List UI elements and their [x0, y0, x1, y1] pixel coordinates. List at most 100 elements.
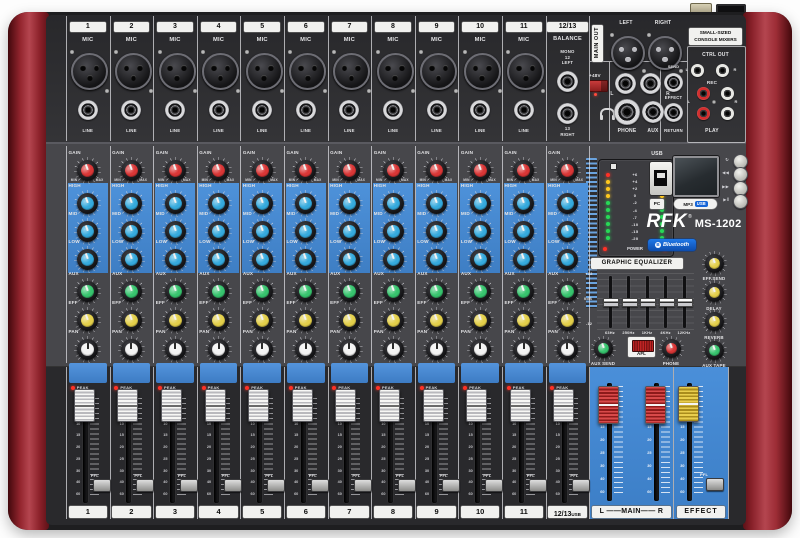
low-knob[interactable]	[118, 246, 145, 273]
main-l-fader[interactable]	[598, 386, 619, 424]
high-knob[interactable]	[205, 190, 232, 217]
pfl-button[interactable]	[136, 479, 154, 492]
mix-knob[interactable]	[659, 336, 684, 361]
pan-knob[interactable]	[554, 336, 581, 363]
pan-knob[interactable]	[205, 336, 232, 363]
aux-knob[interactable]	[249, 278, 276, 305]
fader-scale-value: 25	[647, 451, 651, 455]
aux-knob[interactable]	[423, 278, 450, 305]
pfl-button[interactable]	[354, 479, 372, 492]
pan-knob[interactable]	[249, 336, 276, 363]
pfl-button[interactable]	[224, 479, 242, 492]
low-knob[interactable]	[423, 246, 450, 273]
pan-knob[interactable]	[380, 336, 407, 363]
low-knob[interactable]	[554, 246, 581, 273]
aux-knob[interactable]	[162, 278, 189, 305]
pfl-button[interactable]	[311, 479, 329, 492]
strip-separator	[415, 367, 416, 519]
low-knob[interactable]	[162, 246, 189, 273]
low-knob[interactable]	[249, 246, 276, 273]
high-knob[interactable]	[510, 190, 537, 217]
aux-knob[interactable]	[510, 278, 537, 305]
effect-fader[interactable]	[678, 386, 699, 422]
geq-slider-cap[interactable]	[622, 298, 638, 307]
channel-fader[interactable]	[510, 389, 531, 422]
pan-knob[interactable]	[467, 336, 494, 363]
channel-fader[interactable]	[379, 389, 400, 422]
channel-fader[interactable]	[205, 389, 226, 422]
channel-fader[interactable]	[248, 389, 269, 422]
high-knob[interactable]	[249, 190, 276, 217]
channel-fader[interactable]	[423, 389, 444, 422]
low-knob[interactable]	[380, 246, 407, 273]
low-knob[interactable]	[467, 246, 494, 273]
channel-fader[interactable]	[553, 389, 574, 422]
fx-knob[interactable]	[702, 338, 727, 363]
high-knob[interactable]	[554, 190, 581, 217]
strip-number-label: 8	[374, 506, 413, 518]
pan-knob[interactable]	[292, 336, 319, 363]
channel-fader[interactable]	[292, 389, 313, 422]
high-knob[interactable]	[292, 190, 319, 217]
channel-fader[interactable]	[161, 389, 182, 422]
knob-label: HIGH	[287, 184, 299, 189]
phantom-switch[interactable]	[589, 80, 608, 92]
fx-knob[interactable]	[702, 251, 727, 276]
high-knob[interactable]	[336, 190, 363, 217]
afl-switch[interactable]: AFL	[628, 337, 655, 357]
aux-knob[interactable]	[205, 278, 232, 305]
strip-accent-bar	[69, 363, 107, 383]
fx-knob[interactable]	[702, 309, 727, 334]
low-knob[interactable]	[336, 246, 363, 273]
channel-fader[interactable]	[466, 389, 487, 422]
fader-scale-value: 15	[163, 433, 167, 437]
pfl-button[interactable]	[442, 479, 460, 492]
aux-knob[interactable]	[554, 278, 581, 305]
fader-scale-value: 40	[294, 480, 298, 484]
geq-slider-cap[interactable]	[640, 298, 656, 307]
pan-knob[interactable]	[336, 336, 363, 363]
pfl-button[interactable]	[572, 479, 590, 492]
pan-knob[interactable]	[74, 336, 101, 363]
channel-fader[interactable]	[335, 389, 356, 422]
pan-knob[interactable]	[510, 336, 537, 363]
aux-knob[interactable]	[118, 278, 145, 305]
pfl-button[interactable]	[398, 479, 416, 492]
aux-knob[interactable]	[380, 278, 407, 305]
pan-knob[interactable]	[162, 336, 189, 363]
low-knob[interactable]	[292, 246, 319, 273]
mix-knob[interactable]	[591, 336, 616, 361]
strip-accent-bar	[418, 363, 456, 383]
pfl-button[interactable]	[485, 479, 503, 492]
channel-fader[interactable]	[74, 389, 95, 422]
transport-button[interactable]	[733, 194, 748, 209]
aux-knob[interactable]	[467, 278, 494, 305]
pfl-button[interactable]	[529, 479, 547, 492]
aux-knob[interactable]	[336, 278, 363, 305]
geq-slider-cap[interactable]	[677, 298, 693, 307]
pfl-button[interactable]	[267, 479, 285, 492]
aux-knob[interactable]	[292, 278, 319, 305]
aux-knob[interactable]	[74, 278, 101, 305]
high-knob[interactable]	[162, 190, 189, 217]
low-knob[interactable]	[74, 246, 101, 273]
low-knob[interactable]	[510, 246, 537, 273]
transport-button[interactable]	[733, 167, 748, 182]
low-knob[interactable]	[205, 246, 232, 273]
geq-slider-cap[interactable]	[659, 298, 675, 307]
high-knob[interactable]	[467, 190, 494, 217]
pfl-button[interactable]	[180, 479, 198, 492]
main-r-fader[interactable]	[645, 386, 666, 424]
line-label: LINE	[513, 129, 535, 133]
pfl-button[interactable]	[706, 478, 724, 491]
high-knob[interactable]	[118, 190, 145, 217]
pan-knob[interactable]	[118, 336, 145, 363]
high-knob[interactable]	[423, 190, 450, 217]
geq-slider-cap[interactable]	[603, 298, 619, 307]
high-knob[interactable]	[74, 190, 101, 217]
channel-fader[interactable]	[117, 389, 138, 422]
pan-knob[interactable]	[423, 336, 450, 363]
pfl-button[interactable]	[93, 479, 111, 492]
fx-knob[interactable]	[702, 280, 727, 305]
high-knob[interactable]	[380, 190, 407, 217]
